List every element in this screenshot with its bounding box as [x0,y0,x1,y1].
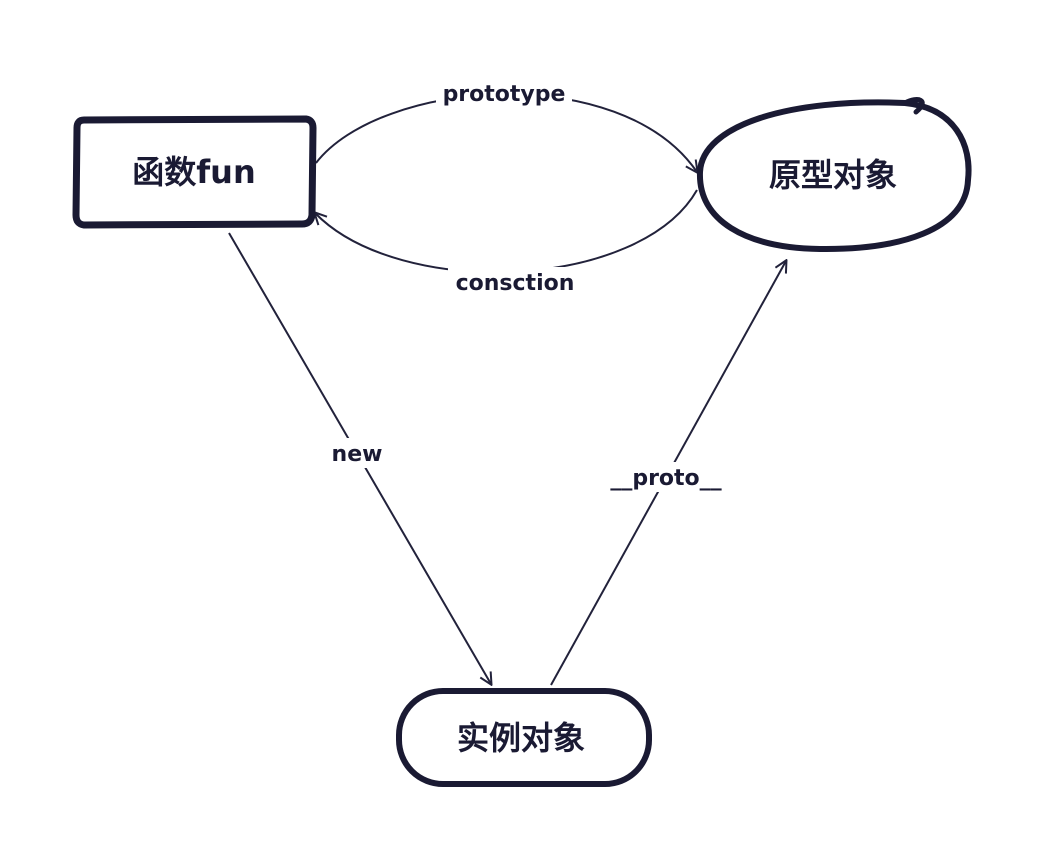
node-prototype-label: 原型对象 [769,156,897,194]
edge-label-proto: __proto__ [606,462,726,492]
node-instance[interactable]: 实例对象 [396,688,652,787]
node-function-label: 函数fun [132,153,256,191]
edge-label-proto-text: __proto__ [610,466,721,491]
node-instance-label: 实例对象 [457,719,585,757]
edge-label-prototype-text: prototype [443,82,566,107]
edge-label-constructor: consction [448,267,582,297]
edge-label-new: new [328,438,386,468]
edge-label-new-text: new [332,442,383,467]
edge-label-prototype: prototype [436,78,572,108]
prototype-chain-diagram: prototype consction new __proto__ 函数fun … [72,78,972,787]
node-prototype[interactable]: 原型对象 [696,97,972,253]
edge-constructor-arrow [315,189,698,274]
node-function[interactable]: 函数fun [72,115,317,229]
edge-label-constructor-text: consction [456,271,575,296]
